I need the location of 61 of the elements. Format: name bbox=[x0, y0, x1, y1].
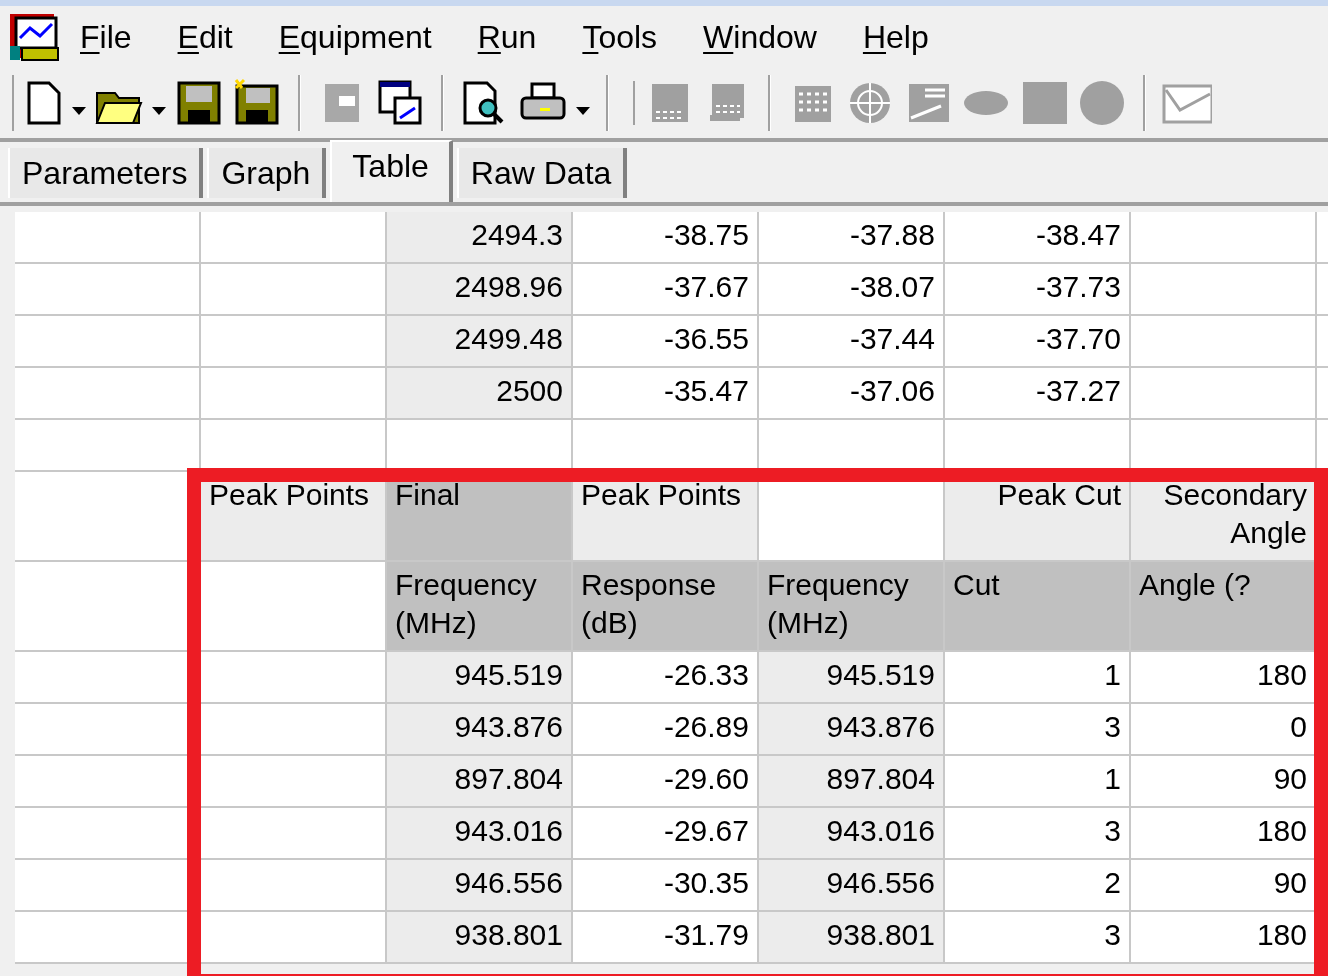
menu-item[interactable]: Window bbox=[699, 13, 821, 61]
table-cell: 1 bbox=[945, 652, 1131, 704]
table-cell: -37.73 bbox=[945, 264, 1131, 316]
table-cell: 3 bbox=[945, 704, 1131, 756]
table-cell: 1 bbox=[945, 756, 1131, 808]
table-cell: -37.27 bbox=[945, 368, 1131, 420]
table-cell: -26.33 bbox=[573, 652, 759, 704]
table-cell: -29.60 bbox=[573, 756, 759, 808]
table-cell: 2499.48 bbox=[387, 316, 573, 368]
table-cell: -38.75 bbox=[573, 212, 759, 264]
menu-item[interactable]: Help bbox=[858, 13, 933, 61]
table-cell: 3 bbox=[945, 808, 1131, 860]
caret-icon[interactable] bbox=[152, 107, 166, 115]
column-header: Frequency (MHz) bbox=[387, 562, 573, 652]
column-header: Angle (? bbox=[1131, 562, 1317, 652]
table-cell: -29.67 bbox=[573, 808, 759, 860]
table-cell: 3 bbox=[945, 912, 1131, 964]
table-cell: -26.89 bbox=[573, 704, 759, 756]
table-cell: -38.07 bbox=[759, 264, 945, 316]
table-cell: 2500 bbox=[387, 368, 573, 420]
table-cell: -37.06 bbox=[759, 368, 945, 420]
table-cell: -37.44 bbox=[759, 316, 945, 368]
app-logo-icon[interactable] bbox=[8, 12, 60, 62]
menu-item[interactable]: Equipment bbox=[274, 13, 436, 61]
tab[interactable]: Parameters bbox=[8, 148, 204, 198]
table-cell: -30.35 bbox=[573, 860, 759, 912]
table-cell: 938.801 bbox=[759, 912, 945, 964]
caret-icon[interactable] bbox=[72, 107, 86, 115]
table-cell: 945.519 bbox=[387, 652, 573, 704]
table-cell: 2494.3 bbox=[387, 212, 573, 264]
caret-icon[interactable] bbox=[576, 107, 590, 115]
table-cell: 946.556 bbox=[759, 860, 945, 912]
tab[interactable]: Raw Data bbox=[456, 148, 628, 198]
column-header: Cut bbox=[945, 562, 1131, 652]
table-cell: -37.67 bbox=[573, 264, 759, 316]
table-cell: 938.801 bbox=[387, 912, 573, 964]
table-cell: -37.70 bbox=[945, 316, 1131, 368]
table-cell: -31.79 bbox=[573, 912, 759, 964]
menu-item[interactable]: File bbox=[76, 13, 136, 61]
menu-item[interactable]: Run bbox=[473, 13, 541, 61]
menu-item[interactable]: Edit bbox=[173, 13, 237, 61]
floppy-disk-icon[interactable] bbox=[232, 78, 282, 128]
tab[interactable]: Graph bbox=[207, 148, 327, 198]
table-cell: -37.88 bbox=[759, 212, 945, 264]
table-cell: 943.876 bbox=[759, 704, 945, 756]
table-cell: 946.556 bbox=[387, 860, 573, 912]
table-cell: 945.519 bbox=[759, 652, 945, 704]
table-cell: 943.876 bbox=[387, 704, 573, 756]
menu-item[interactable]: Tools bbox=[578, 13, 662, 61]
table-cell: 897.804 bbox=[759, 756, 945, 808]
table-cell: 943.016 bbox=[759, 808, 945, 860]
column-header: Frequency (MHz) bbox=[759, 562, 945, 652]
table-cell: 2 bbox=[945, 860, 1131, 912]
column-header: Response (dB) bbox=[573, 562, 759, 652]
table-cell: -36.55 bbox=[573, 316, 759, 368]
table-cell: 943.016 bbox=[387, 808, 573, 860]
table-cell: 897.804 bbox=[387, 756, 573, 808]
table-cell: 2498.96 bbox=[387, 264, 573, 316]
table-cell: -38.47 bbox=[945, 212, 1131, 264]
table-cell: -35.47 bbox=[573, 368, 759, 420]
tab[interactable]: Table bbox=[330, 140, 453, 202]
